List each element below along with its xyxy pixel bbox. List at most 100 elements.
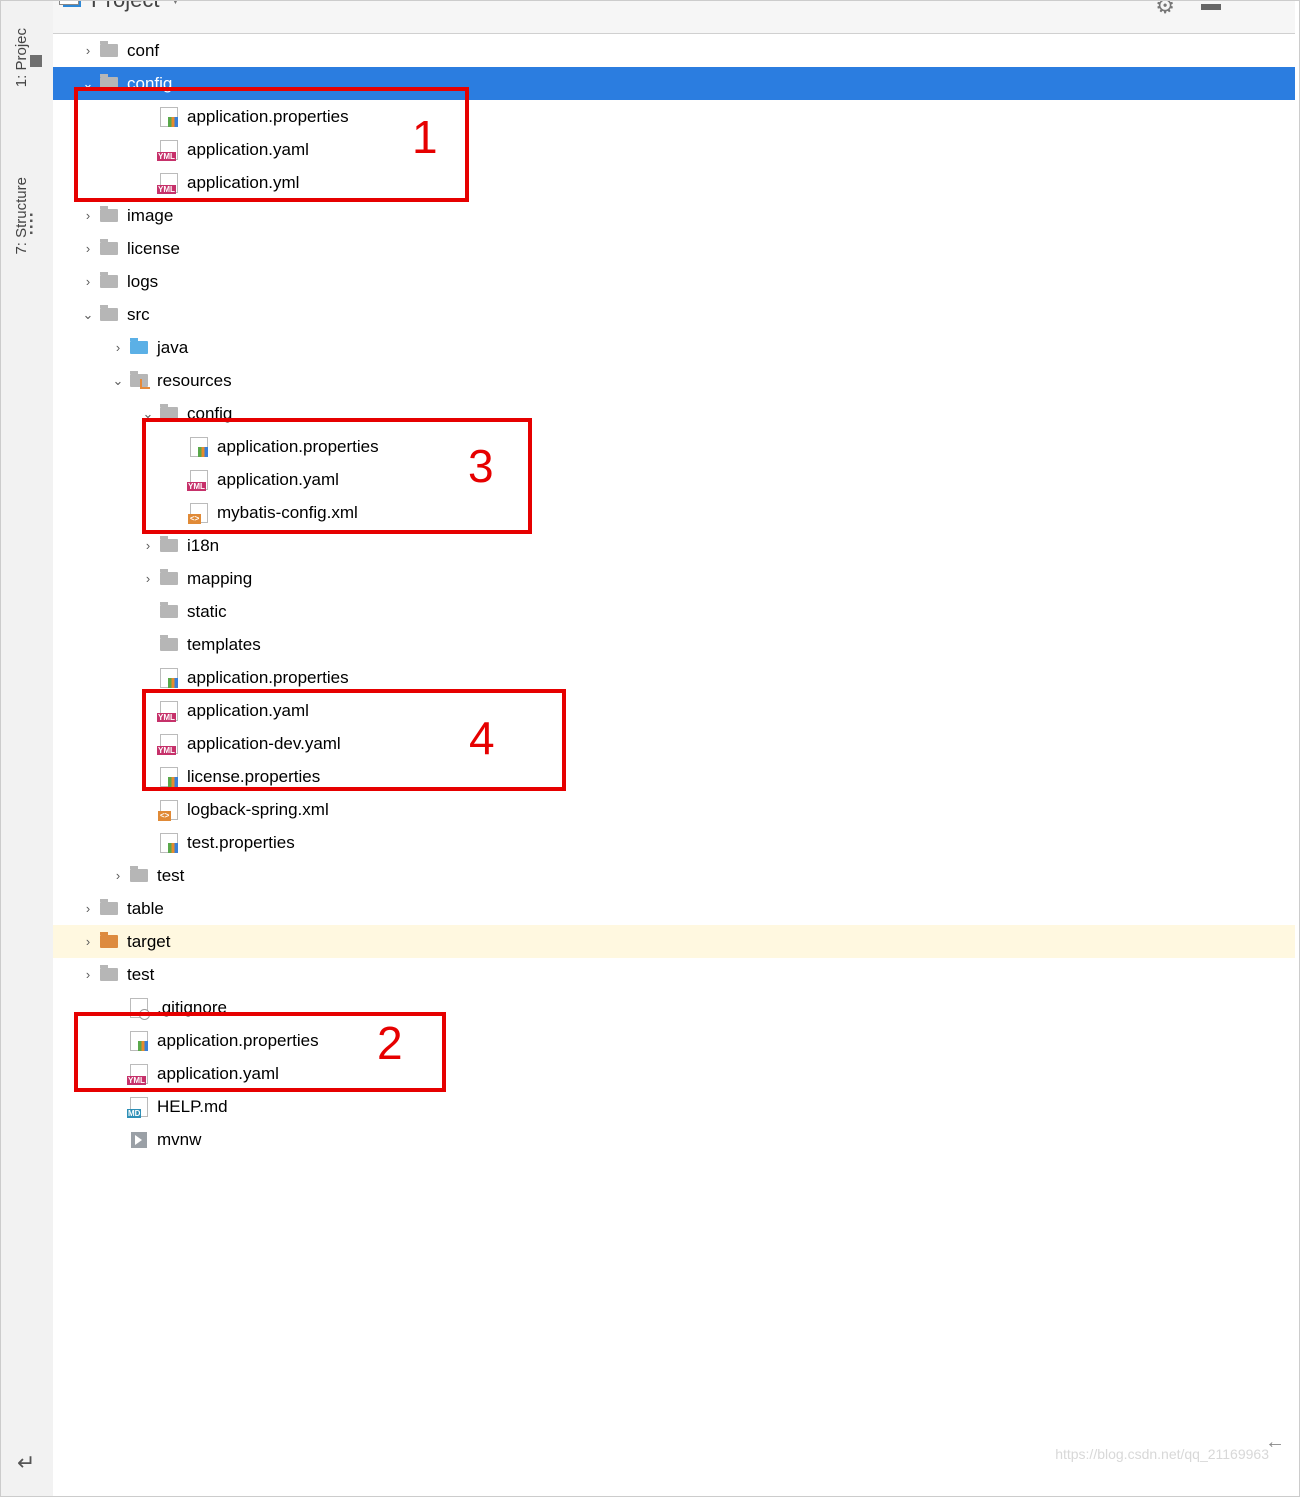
yml-icon [159, 734, 179, 754]
arrow-placeholder: · [171, 439, 185, 454]
tree-row[interactable]: ›test [53, 859, 1295, 892]
tree-row[interactable]: ⌄resources [53, 364, 1295, 397]
expand-arrow-icon[interactable]: › [141, 538, 155, 553]
props-icon [159, 668, 179, 688]
folder-icon [159, 569, 179, 589]
folder-icon [159, 635, 179, 655]
tree-row[interactable]: ⌄ config [53, 67, 1295, 100]
tree-item-label: mybatis-config.xml [217, 503, 358, 523]
tree-item-label: src [127, 305, 150, 325]
tree-row[interactable]: › java [53, 331, 1295, 364]
tree-row[interactable]: ·application.yaml [53, 463, 1295, 496]
tree-row[interactable]: ·application.yaml [53, 1057, 1295, 1090]
tree-row[interactable]: › test [53, 958, 1295, 991]
expand-arrow-icon[interactable]: ⌄ [141, 406, 155, 422]
tree-row[interactable]: ›table [53, 892, 1295, 925]
tree-row[interactable]: › image [53, 199, 1295, 232]
project-title: Project [91, 0, 159, 13]
expand-arrow-icon[interactable]: › [81, 934, 95, 949]
tree-row[interactable]: ›license [53, 232, 1295, 265]
expand-arrow-icon[interactable]: › [111, 340, 125, 355]
folder-icon [30, 55, 42, 67]
xml-icon [189, 503, 209, 523]
tree-item-label: conf [127, 41, 159, 61]
tree-row[interactable]: ·logback-spring.xml [53, 793, 1295, 826]
tree-row[interactable]: · static [53, 595, 1295, 628]
tree-row[interactable]: ·HELP.md [53, 1090, 1295, 1123]
toolwindow-tab-project[interactable]: 1: Projec [1, 3, 53, 113]
tree-item-label: application.yaml [157, 1064, 279, 1084]
expand-arrow-icon[interactable]: ⌄ [81, 76, 95, 92]
folder-icon [99, 206, 119, 226]
tree-row[interactable]: ›logs [53, 265, 1295, 298]
tree-row[interactable]: ⌄ src [53, 298, 1295, 331]
arrow-placeholder: · [171, 505, 185, 520]
folder-orange-icon [99, 932, 119, 952]
run-icon [129, 1130, 149, 1150]
tree-item-label: mapping [187, 569, 252, 589]
tree-row[interactable]: · mybatis-config.xml [53, 496, 1295, 529]
expand-arrow-icon[interactable]: › [81, 901, 95, 916]
tree-item-label: java [157, 338, 188, 358]
tree-row[interactable]: ·templates [53, 628, 1295, 661]
tree-row[interactable]: ·application.properties [53, 1024, 1295, 1057]
tree-item-label: application.properties [187, 668, 349, 688]
tree-row[interactable]: · application.yaml [53, 133, 1295, 166]
arrow-placeholder: · [141, 703, 155, 718]
settings-icon[interactable]: ⚙ [1155, 0, 1175, 19]
arrow-placeholder: · [141, 142, 155, 157]
tree-row[interactable]: ·.gitignore [53, 991, 1295, 1024]
tree-row[interactable]: ·application-dev.yaml [53, 727, 1295, 760]
tree-item-label: application.yaml [217, 470, 339, 490]
xml-icon [159, 800, 179, 820]
tree-item-label: application.yaml [187, 140, 309, 160]
tree-row[interactable]: › conf [53, 34, 1295, 67]
tree-row[interactable]: ·license.properties [53, 760, 1295, 793]
expand-arrow-icon[interactable]: ⌄ [81, 307, 95, 323]
tree-row[interactable]: · application.properties [53, 661, 1295, 694]
project-tree[interactable]: ›conf⌄config·application.properties·appl… [53, 34, 1295, 1496]
tree-item-label: static [187, 602, 227, 622]
tree-row[interactable]: · application.yml [53, 166, 1295, 199]
tree-item-label: test [127, 965, 154, 985]
tree-item-label: config [127, 74, 172, 94]
tree-item-label: application.yml [187, 173, 299, 193]
arrow-placeholder: · [141, 604, 155, 619]
props-icon [159, 107, 179, 127]
expand-arrow-icon[interactable]: › [81, 208, 95, 223]
expand-arrow-icon[interactable]: › [141, 571, 155, 586]
arrow-placeholder: · [141, 109, 155, 124]
arrow-placeholder: · [111, 1000, 125, 1015]
arrow-placeholder: · [111, 1033, 125, 1048]
chevron-down-icon: ▼ [169, 0, 181, 7]
tree-row[interactable]: ›target [53, 925, 1295, 958]
toolwindow-tab-structure[interactable]: 7: Structure ▪ ▪▪ ▪ [1, 141, 53, 291]
expand-arrow-icon[interactable]: › [81, 241, 95, 256]
tree-row[interactable]: ⌄config [53, 397, 1295, 430]
expand-arrow-icon[interactable]: › [111, 868, 125, 883]
tree-row[interactable]: ›i18n [53, 529, 1295, 562]
carriage-return-icon: ↵ [17, 1450, 35, 1476]
tree-row[interactable]: ·application.yaml [53, 694, 1295, 727]
expand-arrow-icon[interactable]: › [81, 274, 95, 289]
toolwindow-label: 1: Projec [13, 28, 30, 87]
tree-row[interactable]: ·application.properties [53, 100, 1295, 133]
expand-arrow-icon[interactable]: › [81, 967, 95, 982]
arrow-placeholder: · [141, 670, 155, 685]
project-selector[interactable]: Project ▼ [63, 0, 181, 13]
collapse-icon[interactable]: ▬ [1201, 0, 1221, 16]
yml-icon [159, 173, 179, 193]
expand-arrow-icon[interactable]: › [81, 43, 95, 58]
tree-item-label: image [127, 206, 173, 226]
arrow-placeholder: · [111, 1099, 125, 1114]
yml-icon [129, 1064, 149, 1084]
structure-icon: ▪ ▪▪ ▪ [30, 213, 42, 225]
tree-row[interactable]: ·test.properties [53, 826, 1295, 859]
tree-item-label: test.properties [187, 833, 295, 853]
tree-row[interactable]: ·application.properties [53, 430, 1295, 463]
watermark: https://blog.csdn.net/qq_21169963 [1055, 1446, 1269, 1462]
expand-arrow-icon[interactable]: ⌄ [111, 373, 125, 389]
arrow-placeholder: · [141, 175, 155, 190]
tree-row[interactable]: ·mvnw [53, 1123, 1295, 1156]
tree-row[interactable]: › mapping [53, 562, 1295, 595]
